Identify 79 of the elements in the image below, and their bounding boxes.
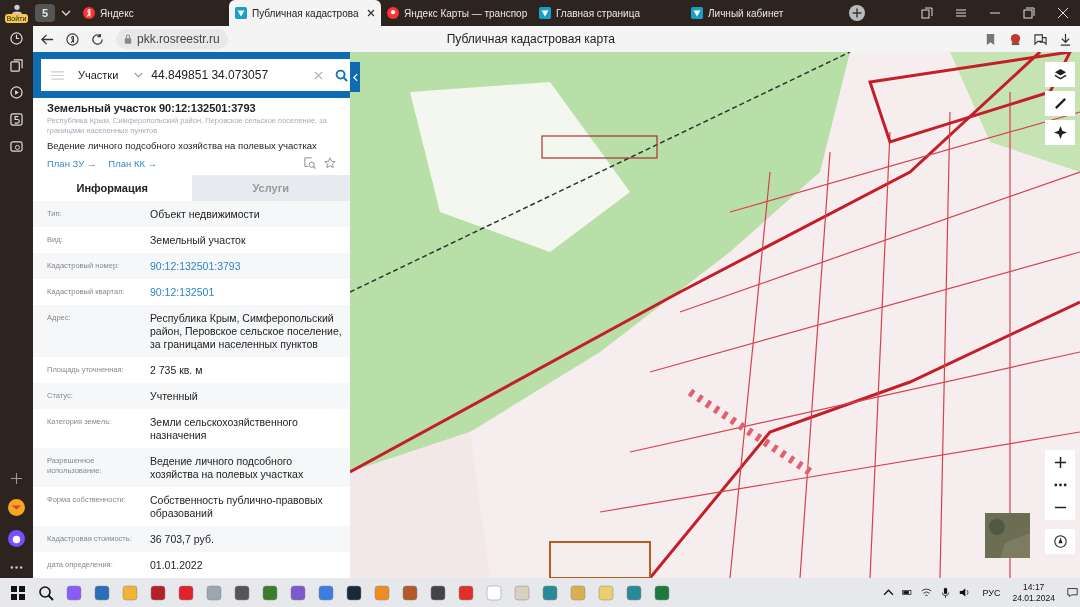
field-value: Земли сельскохозяйственного назначения <box>150 416 299 442</box>
yandex-icon <box>83 7 95 19</box>
layers-icon <box>1053 68 1067 81</box>
zoom-to-icon[interactable] <box>304 157 316 170</box>
play-icon[interactable] <box>10 86 23 99</box>
close-icon[interactable] <box>367 9 375 17</box>
field-value: 01.01.2022 <box>150 559 204 572</box>
windows-logo-icon[interactable] <box>10 584 26 601</box>
plus-icon[interactable] <box>10 472 23 485</box>
browser-tab[interactable]: Публичная кадастрова <box>229 0 381 26</box>
tab-count-button[interactable]: 5 <box>35 4 55 22</box>
field-value: Учтенный <box>150 390 199 403</box>
screenshot-icon[interactable] <box>10 140 23 153</box>
app-icon[interactable] <box>346 584 362 601</box>
field-value: 36 703,7 руб. <box>150 533 215 546</box>
yandex-icon[interactable] <box>66 32 79 46</box>
compass-icon <box>1053 126 1067 139</box>
speaker-icon[interactable] <box>959 587 971 598</box>
five-icon[interactable] <box>10 113 23 126</box>
tabs-icon[interactable] <box>921 7 933 19</box>
back-arrow-icon[interactable] <box>41 32 54 46</box>
field-value: Земельный участок <box>150 234 247 247</box>
parcel-use: Ведение личного подсобного хозяйства на полевых участках <box>47 140 318 152</box>
ruler-button[interactable] <box>1045 91 1075 116</box>
browser-tab[interactable]: Главная страница <box>533 0 685 26</box>
app-icon[interactable] <box>150 584 166 601</box>
parcel-title: Земельный участок 90:12:132501:3793 <box>47 102 257 115</box>
reload-icon[interactable] <box>91 32 104 46</box>
collections-icon[interactable] <box>10 59 23 72</box>
layers-button[interactable] <box>1045 62 1075 87</box>
field-value: Объект недвижимости <box>150 208 261 221</box>
chevron-up-icon[interactable] <box>883 587 895 598</box>
bookmark-icon[interactable] <box>984 32 997 46</box>
chevron-down-icon[interactable] <box>61 10 71 16</box>
field-value: 2 735 кв. м <box>150 364 204 377</box>
map-pin-icon <box>387 7 399 19</box>
field-link[interactable]: 90:12:132501:3793 <box>150 260 342 273</box>
plan-link[interactable]: План КК → <box>108 157 158 169</box>
browser-tab[interactable]: Яндекс <box>77 0 229 26</box>
notification-icon[interactable] <box>1067 587 1078 598</box>
restore-icon[interactable] <box>1023 7 1035 19</box>
ruler-icon <box>1053 97 1067 110</box>
clock-icon[interactable] <box>10 32 23 45</box>
address-field[interactable]: pkk.rosreestr.ru <box>116 29 228 49</box>
collapse-panel-button[interactable] <box>350 62 360 92</box>
browser-tab[interactable]: Личный кабинет <box>685 0 837 26</box>
wifi-icon[interactable] <box>921 587 933 598</box>
assistant-icon[interactable] <box>8 530 25 547</box>
plan-link[interactable]: План ЗУ → <box>47 157 97 169</box>
field-value: Ведение личного подсобного хозяйства на полевых участках <box>150 455 305 481</box>
browser-tab[interactable]: Яндекс Карты — транспор <box>381 0 533 26</box>
field-value: Собственность публично-правовых образований <box>150 494 324 520</box>
new-tab-icon[interactable] <box>849 5 865 21</box>
menu-icon[interactable] <box>955 7 967 19</box>
battery-icon[interactable] <box>902 587 914 598</box>
plus-icon <box>1053 456 1067 469</box>
app-icon[interactable] <box>234 584 250 601</box>
translate-icon[interactable] <box>1034 32 1047 46</box>
microphone-icon[interactable] <box>940 587 952 598</box>
layer-dropdown[interactable]: Участки <box>78 69 144 82</box>
language-indicator[interactable]: РУС <box>982 587 1001 598</box>
field-link[interactable]: 90:12:132501 <box>150 286 342 299</box>
compass-button[interactable] <box>1045 120 1075 145</box>
star-icon[interactable] <box>324 157 336 170</box>
location-button[interactable] <box>1045 529 1075 554</box>
clock[interactable]: 14:17 24.01.2024 <box>1012 581 1055 604</box>
page-title: Публичная кадастровая карта <box>445 32 616 46</box>
satellite-thumbnail[interactable] <box>985 513 1030 558</box>
url-text: pkk.rosreestr.ru <box>137 32 220 46</box>
lock-icon <box>124 34 132 44</box>
search-icon[interactable] <box>38 584 54 601</box>
chevron-down-icon <box>134 72 144 79</box>
chevron-left-icon <box>352 72 358 82</box>
zoom-in-button[interactable] <box>1045 450 1075 475</box>
app-icon[interactable] <box>430 584 446 601</box>
field-value: Республика Крым, Симферопольский район, Перовское сельское поселение, за границами населенных пунктов <box>150 312 342 351</box>
user-icon <box>9 3 24 14</box>
download-icon[interactable] <box>1059 32 1072 46</box>
more-icon <box>1053 483 1067 487</box>
